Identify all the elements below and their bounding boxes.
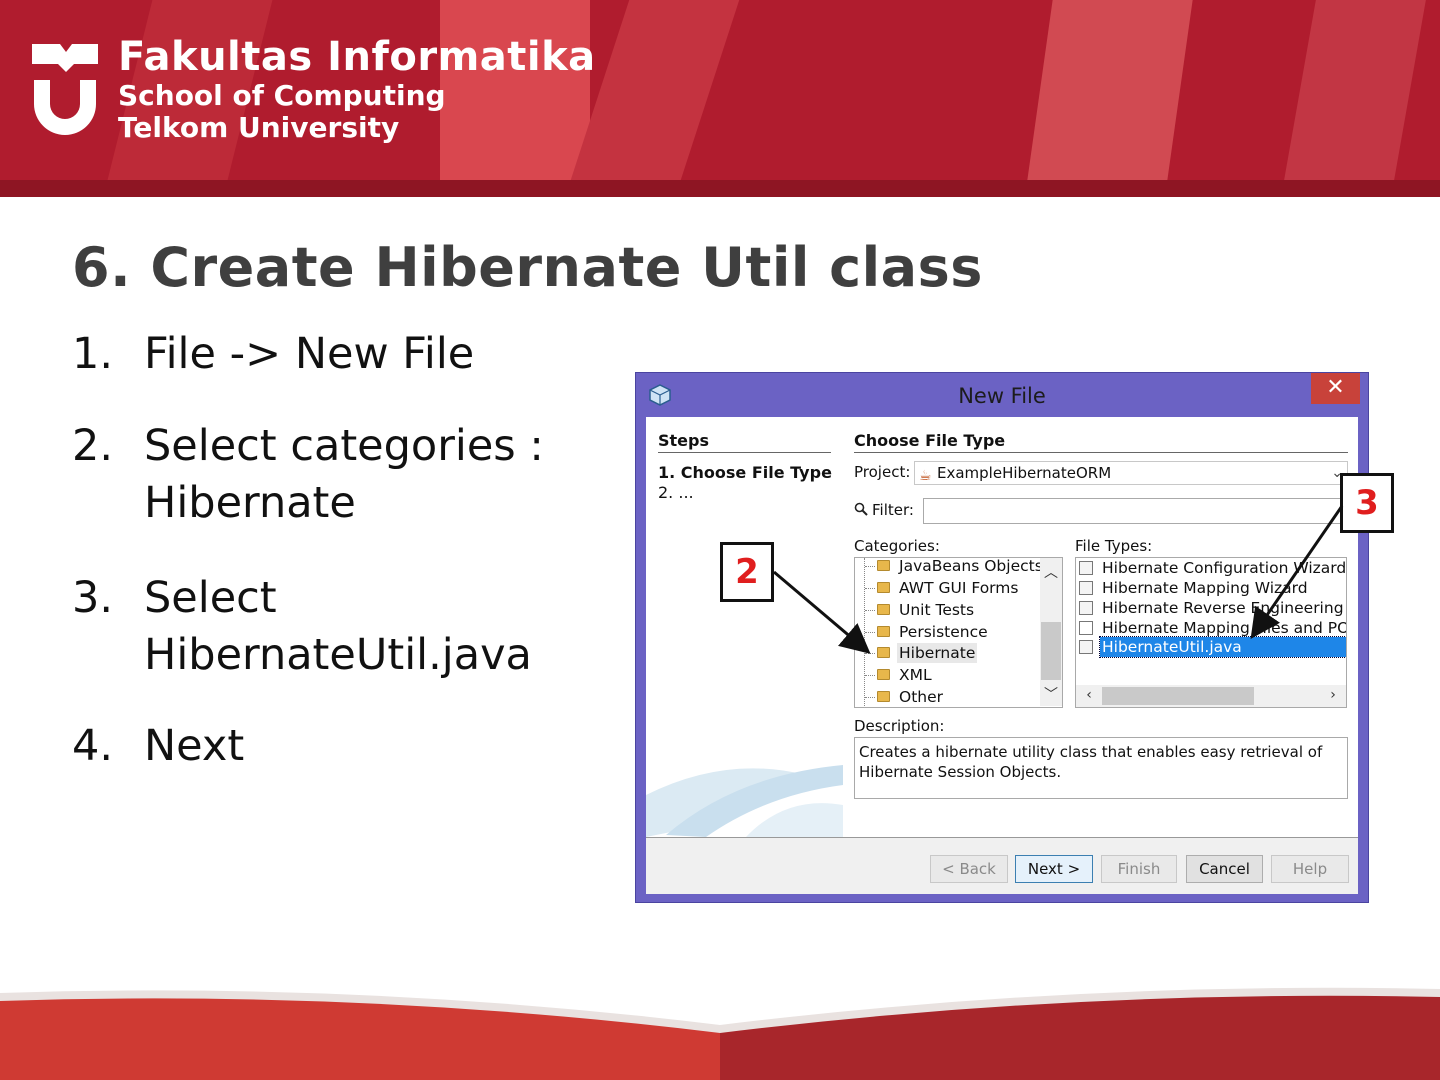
list-item[interactable]: Other (897, 687, 945, 707)
new-file-dialog: New File ✕ Steps 1. Choose File Type 2. … (635, 372, 1369, 903)
list-item[interactable]: Hibernate Reverse Engineering Wiz (1100, 598, 1346, 618)
dialog-titlebar[interactable]: New File ✕ (636, 373, 1368, 417)
list-item[interactable]: Hibernate Mapping Wizard (1100, 578, 1310, 598)
telkom-logo-icon (32, 44, 98, 135)
steps-current: 1. Choose File Type (658, 463, 832, 482)
scrollbar-thumb[interactable] (1102, 687, 1254, 705)
file-types-scrollbar[interactable]: ‹ › (1076, 685, 1346, 707)
tree-line (865, 588, 875, 589)
main-pane: Choose File Type Project: ☕ ExampleHiber… (843, 417, 1358, 837)
project-select[interactable]: ☕ ExampleHibernateORM ⌄ (914, 461, 1348, 485)
folder-icon (877, 691, 890, 702)
list-item[interactable]: Persistence (897, 622, 990, 642)
brand-line-3: Telkom University (118, 111, 400, 144)
filter-input[interactable] (923, 498, 1353, 524)
step-number: 3. (72, 573, 114, 623)
project-label: Project: (854, 463, 911, 481)
chevron-left-icon[interactable]: ‹ (1078, 687, 1100, 703)
brand-line-2: School of Computing (118, 79, 446, 112)
hibernate-config-icon (1079, 561, 1093, 575)
banner-stripe (570, 0, 740, 180)
folder-icon (877, 647, 890, 658)
close-button[interactable]: ✕ (1311, 373, 1360, 404)
dialog-title: New File (958, 384, 1046, 408)
categories-scrollbar[interactable]: ︿ ﹀ (1040, 558, 1062, 706)
steps-next: 2. ... (658, 483, 694, 502)
section-title: Choose File Type (854, 431, 1348, 453)
tree-line (865, 566, 875, 567)
button-bar: < Back Next > Finish Cancel Help (646, 837, 1358, 894)
description-label: Description: (854, 717, 945, 735)
step-text: Select categories : Hibernate (144, 421, 544, 528)
tree-line (865, 610, 875, 611)
list-item-selected[interactable]: Hibernate (897, 643, 978, 663)
tree-line (865, 653, 875, 654)
chevron-right-icon[interactable]: › (1322, 687, 1344, 703)
file-icon (1079, 621, 1093, 635)
project-value: ExampleHibernateORM (937, 464, 1112, 482)
callout-2: 2 (720, 542, 774, 602)
step-text: Next (144, 721, 245, 771)
footer-decoration (0, 987, 1440, 1080)
cancel-button[interactable]: Cancel (1186, 855, 1263, 883)
filter-label: Filter: (872, 501, 914, 519)
tree-line (865, 675, 875, 676)
categories-label: Categories: (854, 537, 940, 555)
chevron-up-icon[interactable]: ︿ (1040, 562, 1062, 582)
tree-line (865, 632, 875, 633)
brand-text: Fakultas Informatika School of Computing… (118, 34, 596, 144)
scrollbar-thumb[interactable] (1041, 622, 1061, 680)
list-item[interactable]: AWT GUI Forms (897, 578, 1020, 598)
next-button[interactable]: Next > (1015, 855, 1093, 883)
list-item[interactable]: Hibernate Mapping Files and POJOs (1100, 618, 1346, 638)
finish-button[interactable]: Finish (1101, 855, 1177, 883)
step-number: 4. (72, 721, 114, 771)
slide-title: 6. Create Hibernate Util class (72, 236, 983, 299)
header-banner: Fakultas Informatika School of Computing… (0, 0, 1440, 197)
hibernate-mapping-icon (1079, 581, 1093, 595)
folder-icon (877, 560, 890, 571)
tree-line (864, 558, 865, 707)
java-cup-icon: ☕ (919, 468, 932, 484)
tree-line (865, 697, 875, 698)
list-item-selected[interactable]: HibernateUtil.java (1099, 636, 1346, 658)
brand-line-1: Fakultas Informatika (118, 34, 596, 80)
description-text: Creates a hibernate utility class that e… (854, 737, 1348, 799)
folder-icon (877, 669, 890, 680)
folder-icon (877, 604, 890, 615)
callout-3: 3 (1340, 473, 1394, 533)
step-text: File -> New File (144, 329, 475, 379)
decorative-swoosh-icon (646, 765, 843, 837)
search-icon (854, 502, 868, 516)
folder-icon (877, 582, 890, 593)
steps-heading: Steps (658, 431, 831, 453)
folder-icon (877, 626, 890, 637)
list-item[interactable]: Unit Tests (897, 600, 976, 620)
file-types-list[interactable]: Hibernate Configuration Wizard Hibernate… (1075, 557, 1347, 708)
chevron-down-icon[interactable]: ﹀ (1040, 684, 1062, 704)
step-number: 1. (72, 329, 114, 379)
reverse-engineering-icon (1079, 601, 1093, 615)
banner-base (0, 180, 1440, 197)
categories-list[interactable]: JavaBeans Objects AWT GUI Forms Unit Tes… (854, 557, 1063, 708)
file-types-label: File Types: (1075, 537, 1153, 555)
help-button[interactable]: Help (1271, 855, 1349, 883)
banner-stripe (1027, 0, 1193, 180)
dialog-body: Steps 1. Choose File Type 2. ... Choose … (646, 417, 1358, 894)
step-text: Select HibernateUtil.java (144, 573, 532, 680)
banner-stripe (1284, 0, 1426, 180)
java-class-icon (1079, 640, 1093, 654)
list-item[interactable]: Hibernate Configuration Wizard (1100, 558, 1346, 578)
list-item[interactable]: JavaBeans Objects (897, 558, 1045, 576)
list-item[interactable]: XML (897, 665, 934, 685)
step-number: 2. (72, 421, 114, 471)
back-button[interactable]: < Back (930, 855, 1008, 883)
steps-pane: Steps 1. Choose File Type 2. ... (646, 417, 843, 837)
